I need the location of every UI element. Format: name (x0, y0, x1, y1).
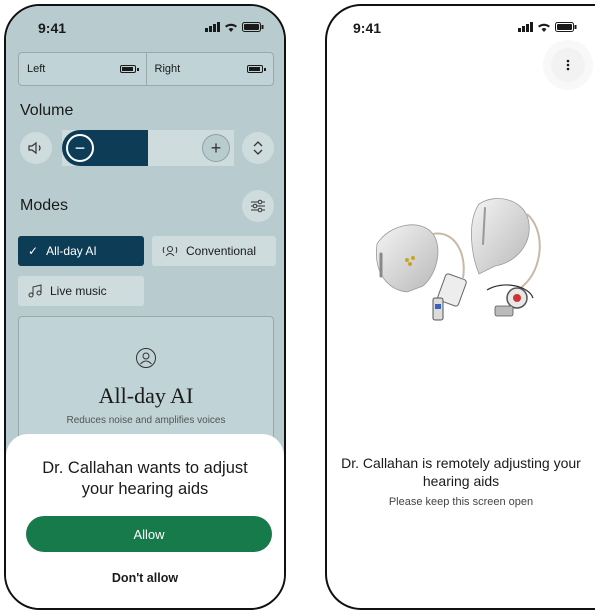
chevron-updown-icon (253, 141, 263, 155)
status-time: 9:41 (38, 20, 67, 36)
status-icons (518, 22, 577, 32)
hearing-aids-image (375, 198, 541, 321)
sliders-icon (251, 199, 265, 213)
check-icon: ✓ (28, 244, 39, 258)
signal-icon (205, 22, 220, 32)
mode-chip-label: All-day AI (46, 244, 97, 258)
sheet-title: Dr. Callahan wants to adjust your hearin… (42, 459, 248, 498)
right-device-label: Right (154, 63, 181, 75)
mode-card-description: Reduces noise and amplifies voices (66, 415, 226, 426)
mode-chip-all-day-ai[interactable]: ✓ All-day AI (18, 236, 144, 266)
expand-volume-button[interactable] (242, 132, 274, 164)
left-battery-icon (119, 65, 139, 73)
signal-icon (518, 22, 533, 32)
status-time: 9:41 (353, 20, 382, 36)
mode-chip-live-music[interactable]: Live music (18, 276, 144, 306)
remote-adjusting-title: Dr. Callahan is remotely adjusting your … (341, 455, 581, 489)
status-bar: 9:41 (327, 6, 595, 50)
volume-title: Volume (20, 102, 74, 119)
speaker-button[interactable] (20, 132, 52, 164)
battery-icon (555, 22, 577, 32)
volume-up-button[interactable]: + (202, 134, 230, 162)
wifi-icon (538, 23, 550, 32)
right-battery-icon (247, 65, 266, 73)
conventional-icon (162, 246, 178, 257)
dont-allow-button[interactable]: Don't allow (6, 571, 284, 585)
right-device[interactable]: Right (145, 53, 274, 85)
status-icons (205, 22, 264, 32)
volume-down-button[interactable]: − (66, 134, 94, 162)
phone-left: 9:41 Left Right Volume − + Modes ✓ All-d… (4, 4, 286, 610)
more-options-button[interactable] (551, 48, 585, 82)
speaker-icon (28, 141, 41, 155)
modes-title: Modes (20, 197, 69, 214)
permission-sheet: Dr. Callahan wants to adjust your hearin… (6, 434, 284, 608)
mode-settings-button[interactable] (242, 190, 274, 222)
device-battery-card: Left Right (18, 52, 274, 86)
mode-chip-label: Live music (50, 284, 107, 298)
listening-icon (19, 347, 273, 375)
mode-chip-conventional[interactable]: Conventional (152, 236, 276, 266)
music-note-icon (28, 284, 42, 298)
allow-button[interactable]: Allow (26, 516, 272, 552)
phone-right: 9:41 Dr. Callahan is remotely adjusting … (325, 4, 595, 610)
left-device-label: Left (27, 63, 46, 75)
vertical-dots-icon (566, 59, 570, 71)
remote-adjusting-subtitle: Please keep this screen open (388, 496, 534, 508)
battery-icon (242, 22, 264, 32)
mode-chip-label: Conventional (186, 244, 257, 258)
status-bar: 9:41 (6, 6, 284, 50)
left-device[interactable]: Left (19, 53, 146, 85)
wifi-icon (225, 23, 237, 32)
volume-slider[interactable]: − + (62, 130, 234, 166)
mode-card-title: All-day AI (98, 383, 194, 408)
